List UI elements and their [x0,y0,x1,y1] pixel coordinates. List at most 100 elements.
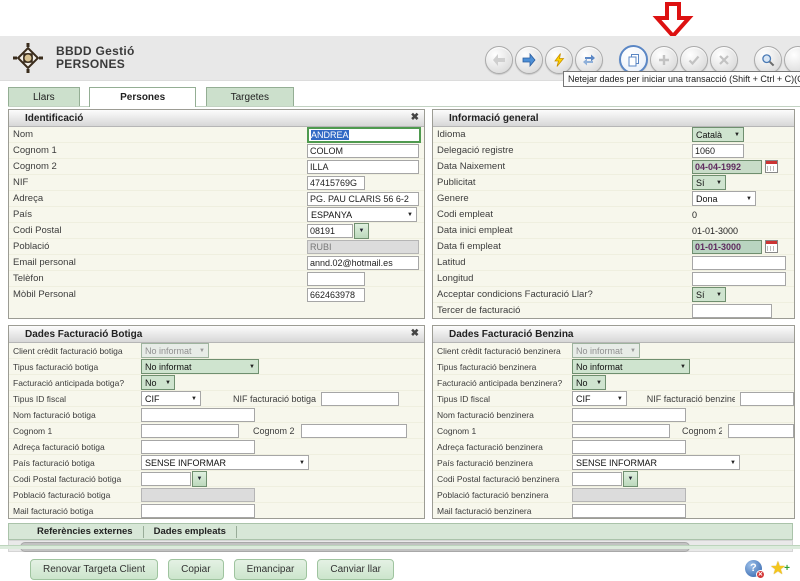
cognom2-input[interactable] [307,160,419,174]
execute-button[interactable] [545,46,573,74]
pais-select[interactable]: ESPANYA▼ [307,207,417,222]
tipus-id-fiscal-benzinera-select[interactable]: CIF▼ [572,391,627,406]
mail-facturacio-benzinera-input[interactable] [572,504,686,518]
calendar-icon[interactable] [765,160,778,173]
codi-postal-facturacio-botiga-input[interactable] [141,472,191,486]
tab-llars[interactable]: Llars [8,87,80,106]
codi-postal-benzinera-dropdown-button[interactable]: ▼ [623,471,638,487]
client-credit-benzinera-select: No informat▼ [572,343,640,358]
telefon-input[interactable] [307,272,365,286]
add-button[interactable] [650,46,678,74]
pais-facturacio-botiga-select[interactable]: SENSE INFORMAR▼ [141,455,309,470]
adreca-facturacio-benzinera-input[interactable] [572,440,686,454]
field-row: Mòbil Personal [9,287,424,302]
back-icon [492,53,506,67]
facturacio-anticipada-benzinera-select[interactable]: No▼ [572,375,606,390]
lightning-icon [552,53,566,67]
transfer-button[interactable] [575,46,603,74]
data-fi-empleat-input[interactable]: 01-01-3000 [692,240,762,254]
publicitat-select[interactable]: Sí▼ [692,175,726,190]
adreca-input[interactable] [307,192,419,206]
idioma-select[interactable]: Català▼ [692,127,744,142]
clean-transaction-button[interactable] [619,45,648,74]
confirm-button[interactable] [680,46,708,74]
nom-facturacio-benzinera-input[interactable] [572,408,686,422]
tab-referencies-externes[interactable]: Referències externes [27,526,144,538]
field-row: Longitud [433,271,794,287]
data-inici-empleat-value: 01-01-3000 [692,226,738,236]
tab-targetes[interactable]: Targetes [206,87,294,106]
cognom2-benzinera-input[interactable] [728,424,794,438]
latitud-input[interactable] [692,256,786,270]
codi-postal-botiga-dropdown-button[interactable]: ▼ [192,471,207,487]
delegacio-registre-input[interactable] [692,144,744,158]
magnifier-icon [761,53,775,67]
tab-dades-empleats[interactable]: Dades empleats [144,526,237,538]
cognom1-input[interactable] [307,144,419,158]
field-row: Població [9,239,424,255]
nif-input[interactable] [307,176,365,190]
adreca-facturacio-botiga-input[interactable] [141,440,255,454]
field-row: Client crèdit facturació botiga No infor… [9,343,424,359]
app-logo-icon [12,42,44,74]
genere-select[interactable]: Dona▼ [692,191,756,206]
tipus-id-fiscal-botiga-select[interactable]: CIF▼ [141,391,201,406]
email-input[interactable] [307,256,419,270]
tercer-facturacio-input[interactable] [692,304,772,318]
codi-postal-facturacio-benzinera-input[interactable] [572,472,622,486]
back-button[interactable] [485,46,513,74]
nif-facturacio-botiga-input[interactable] [321,392,399,406]
close-help-icon: ✕ [756,570,765,579]
chevron-down-icon: ▼ [617,396,623,402]
help-icon[interactable]: ?✕ [745,560,762,577]
close-panel-icon[interactable]: ✖ [411,113,419,123]
chevron-down-icon: ▼ [630,348,636,354]
panel-title: Identificació [25,113,83,124]
field-row: Adreça facturació botiga [9,439,424,455]
panel-identificacio: Identificació ✖ Nom ANDREA Cognom 1 Cogn… [8,109,425,319]
close-panel-icon[interactable]: ✖ [411,329,419,339]
field-row: Facturació anticipada benzinera? No▼ [433,375,794,391]
nom-facturacio-botiga-input[interactable] [141,408,255,422]
search-button[interactable] [754,46,782,74]
data-naixement-input[interactable]: 04-04-1992 [692,160,762,174]
cognom1-benzinera-input[interactable] [572,424,670,438]
cognom2-botiga-input[interactable] [301,424,407,438]
cognom1-botiga-input[interactable] [141,424,239,438]
tipus-facturacio-benzinera-select[interactable]: No informat▼ [572,359,690,374]
field-row: Codi Postal facturació botiga ▼ [9,471,424,487]
pais-facturacio-benzinera-select[interactable]: SENSE INFORMAR▼ [572,455,740,470]
canviar-llar-button[interactable]: Canviar llar [317,559,394,580]
codi-postal-dropdown-button[interactable]: ▼ [354,223,369,239]
mobil-input[interactable] [307,288,365,302]
forward-button[interactable] [515,46,543,74]
check-icon [687,53,701,67]
longitud-input[interactable] [692,272,786,286]
tipus-facturacio-botiga-select[interactable]: No informat▼ [141,359,259,374]
calendar-icon[interactable] [765,240,778,253]
field-row: Acceptar condicions Facturació Llar? Sí▼ [433,287,794,303]
nif-facturacio-benzinera-input[interactable] [740,392,794,406]
renovar-targeta-client-button[interactable]: Renovar Targeta Client [30,559,158,580]
facturacio-anticipada-botiga-select[interactable]: No▼ [141,375,175,390]
panel-title: Dades Facturació Botiga [25,329,142,340]
add-favorite-star-icon[interactable]: ★+ [770,559,786,577]
delete-button[interactable] [710,46,738,74]
chevron-down-icon: ▼ [716,180,722,186]
emancipar-button[interactable]: Emancipar [234,559,308,580]
acceptar-condicions-select[interactable]: Sí▼ [692,287,726,302]
field-row: Codi empleat 0 [433,207,794,223]
field-row: Adreça [9,191,424,207]
more-button[interactable] [784,46,800,74]
mail-facturacio-botiga-input[interactable] [141,504,255,518]
copiar-button[interactable]: Copiar [168,559,223,580]
field-row: Client crèdit facturació benzinera No in… [433,343,794,359]
chevron-down-icon: ▼ [165,380,171,386]
tab-persones[interactable]: Persones [89,87,196,107]
chevron-down-icon: ▼ [249,364,255,370]
panel-facturacio-benzina: Dades Facturació Benzina Client crèdit f… [432,325,795,519]
field-row: Tipus facturació botiga No informat▼ [9,359,424,375]
codi-postal-input[interactable] [307,224,353,238]
nom-input[interactable]: ANDREA [307,127,421,143]
x-icon [717,53,731,67]
